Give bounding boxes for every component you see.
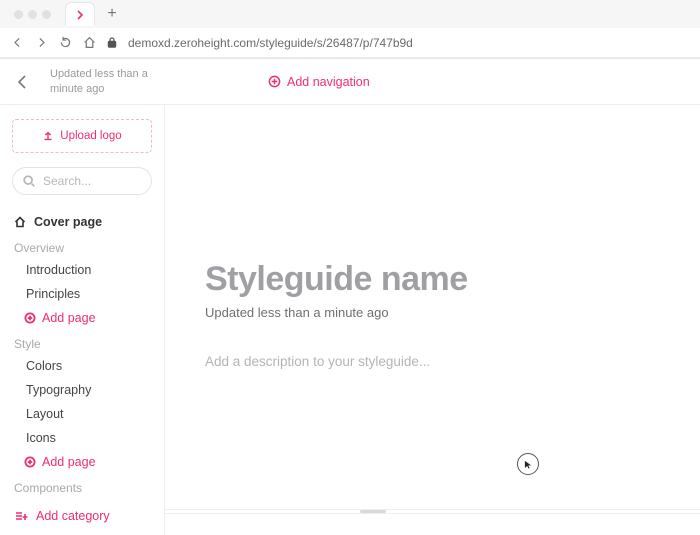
plus-circle-icon	[268, 75, 281, 88]
upload-logo-label: Upload logo	[60, 130, 121, 142]
header-updated-text: Updated less than a minute ago	[50, 67, 160, 96]
main-content: Styleguide name Updated less than a minu…	[165, 105, 700, 535]
add-page-style[interactable]: Add page	[12, 451, 152, 473]
upload-logo-button[interactable]: Upload logo	[12, 119, 152, 153]
lock-icon	[106, 37, 118, 49]
sidebar-section-components: Components	[12, 475, 152, 497]
add-navigation-button[interactable]: Add navigation	[268, 75, 370, 89]
add-page-overview[interactable]: Add page	[12, 307, 152, 329]
plus-circle-icon	[24, 312, 36, 324]
traffic-zoom-icon[interactable]	[42, 10, 51, 19]
browser-reload-button[interactable]	[58, 36, 72, 50]
browser-home-button[interactable]	[82, 36, 96, 50]
browser-back-button[interactable]	[10, 36, 24, 50]
traffic-close-icon[interactable]	[14, 10, 23, 19]
plus-circle-icon	[24, 456, 36, 468]
browser-chrome: + demoxd.zeroheight.com/styleguide/s/264…	[0, 0, 700, 59]
sidebar-item-layout[interactable]: Layout	[12, 403, 152, 425]
sidebar-item-colors[interactable]: Colors	[12, 355, 152, 377]
traffic-minimize-icon[interactable]	[28, 10, 37, 19]
cursor-icon	[524, 460, 533, 469]
add-page-label: Add page	[42, 455, 96, 469]
browser-tabbar: +	[0, 0, 700, 28]
tab-favicon-icon	[75, 10, 85, 20]
sidebar-section-style: Style	[12, 331, 152, 353]
add-navigation-label: Add navigation	[287, 75, 370, 89]
sidebar-cover-label: Cover page	[34, 215, 102, 229]
browser-forward-button[interactable]	[34, 36, 48, 50]
sidebar-nav: Cover page Overview Introduction Princip…	[12, 211, 152, 497]
browser-address-bar: demoxd.zeroheight.com/styleguide/s/26487…	[0, 28, 700, 58]
sidebar-item-typography[interactable]: Typography	[12, 379, 152, 401]
search-icon	[22, 174, 36, 188]
browser-url[interactable]: demoxd.zeroheight.com/styleguide/s/26487…	[128, 36, 413, 50]
sidebar-item-principles[interactable]: Principles	[12, 283, 152, 305]
app-header: Updated less than a minute ago Add navig…	[0, 59, 700, 105]
section-divider[interactable]	[165, 509, 700, 514]
sidebar-cover-page[interactable]: Cover page	[12, 211, 152, 233]
add-page-label: Add page	[42, 311, 96, 325]
search-wrap	[12, 167, 152, 195]
sidebar: Upload logo Cover page Overview Introduc…	[0, 105, 165, 535]
back-button[interactable]	[14, 73, 32, 91]
title-block: Styleguide name Updated less than a minu…	[205, 260, 660, 320]
sidebar-section-overview: Overview	[12, 235, 152, 257]
sidebar-item-icons[interactable]: Icons	[12, 427, 152, 449]
add-category-icon	[14, 509, 28, 523]
app-body: Upload logo Cover page Overview Introduc…	[0, 105, 700, 535]
upload-icon	[42, 130, 54, 142]
add-category-label: Add category	[36, 509, 110, 523]
home-icon	[14, 216, 26, 228]
browser-tab[interactable]	[65, 2, 95, 26]
page-subtitle: Updated less than a minute ago	[205, 305, 660, 320]
drag-handle-icon[interactable]	[360, 510, 386, 513]
window-controls	[6, 10, 59, 19]
sidebar-item-introduction[interactable]: Introduction	[12, 259, 152, 281]
add-category-button[interactable]: Add category	[12, 503, 152, 529]
new-tab-button[interactable]: +	[101, 3, 123, 25]
description-input[interactable]: Add a description to your styleguide...	[205, 354, 660, 369]
page-title[interactable]: Styleguide name	[205, 260, 660, 299]
cursor-indicator	[517, 453, 539, 475]
